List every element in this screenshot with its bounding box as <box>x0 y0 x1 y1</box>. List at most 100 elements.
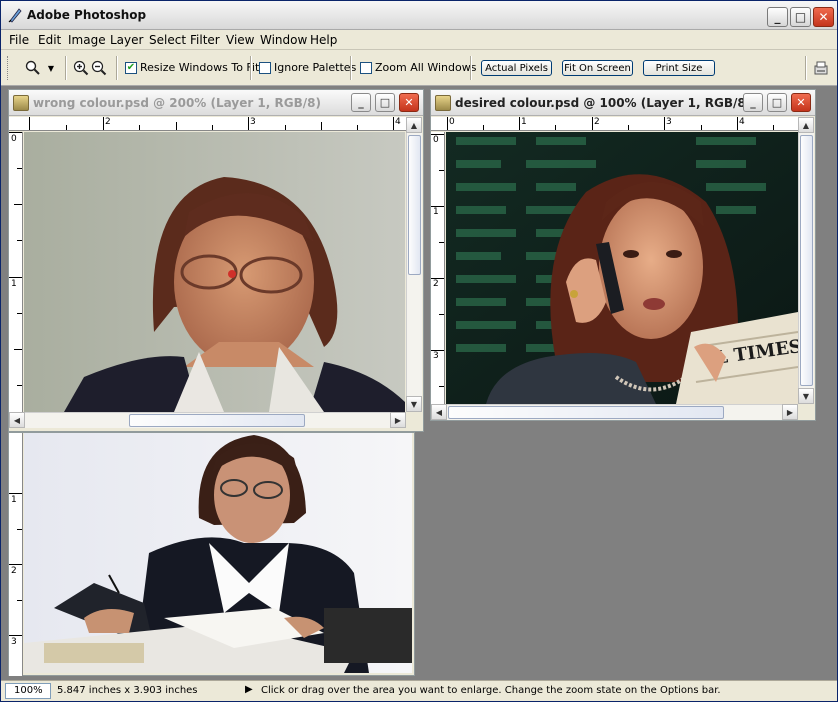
print-size-button[interactable]: Print Size <box>643 60 715 76</box>
document-window-wrong-colour[interactable]: wrong colour.psd @ 200% (Layer 1, RGB/8)… <box>8 89 424 432</box>
scroll-down-icon[interactable]: ▼ <box>406 396 422 412</box>
maximize-icon: □ <box>794 10 807 24</box>
horizontal-ruler: 2 3 4 <box>9 117 408 131</box>
scroll-up-icon[interactable]: ▲ <box>798 117 814 133</box>
menu-filter[interactable]: Filter <box>190 33 220 47</box>
doc-minimize-button[interactable]: _ <box>743 93 763 112</box>
minimize-button[interactable]: _ <box>767 7 788 27</box>
status-menu-arrow-icon[interactable]: ▶ <box>245 684 253 695</box>
minimize-icon: _ <box>774 10 781 24</box>
ruler-label: 1 <box>11 279 17 289</box>
document-icon <box>435 95 451 111</box>
scroll-down-icon[interactable]: ▼ <box>798 388 814 404</box>
options-grip[interactable] <box>7 56 10 80</box>
scroll-left-icon[interactable]: ◀ <box>431 404 447 420</box>
menu-bar: File Edit Image Layer Select Filter View… <box>1 30 837 50</box>
zoom-level-field[interactable]: 100% <box>5 683 51 699</box>
vertical-ruler: 0 1 <box>9 132 23 412</box>
ruler-label: 2 <box>11 566 17 576</box>
status-message: Click or drag over the area you want to … <box>261 685 721 696</box>
ruler-label: 1 <box>521 117 527 127</box>
document-window-third[interactable]: 1 2 3 <box>8 432 415 676</box>
separator <box>65 56 67 80</box>
doc-maximize-button[interactable]: □ <box>767 93 787 112</box>
image-canvas-wrong-colour[interactable] <box>24 132 405 412</box>
doc-maximize-button[interactable]: □ <box>375 93 395 112</box>
menu-select[interactable]: Select <box>149 33 186 47</box>
horizontal-scrollbar[interactable]: ◀ ▶ <box>9 412 406 428</box>
zoom-all-windows-checkbox[interactable]: Zoom All Windows <box>360 61 476 74</box>
checkbox-unchecked-icon <box>360 61 372 74</box>
horizontal-ruler: 0 1 2 3 4 <box>431 117 799 131</box>
horizontal-scrollbar[interactable]: ◀ ▶ <box>431 404 798 420</box>
vertical-ruler: 0 1 2 3 <box>431 132 445 404</box>
menu-file[interactable]: File <box>9 33 29 47</box>
menu-layer[interactable]: Layer <box>110 33 143 47</box>
portrait-image <box>24 132 405 412</box>
document-window-desired-colour[interactable]: desired colour.psd @ 100% (Layer 1, RGB/… <box>430 89 816 421</box>
separator <box>116 56 118 80</box>
document-title: wrong colour.psd @ 200% (Layer 1, RGB/8) <box>33 96 321 110</box>
resize-windows-checkbox[interactable]: ✔ Resize Windows To Fit <box>125 61 259 74</box>
ruler-label: 4 <box>395 117 401 127</box>
actual-pixels-button[interactable]: Actual Pixels <box>481 60 552 76</box>
scroll-thumb[interactable] <box>408 135 421 275</box>
zoom-all-windows-label: Zoom All Windows <box>375 61 477 74</box>
app-title: Adobe Photoshop <box>27 8 147 22</box>
woman-phone-image: L TIMES <box>446 132 798 404</box>
palette-well-icon[interactable] <box>811 58 831 78</box>
doc-close-button[interactable]: ✕ <box>399 93 419 112</box>
close-button[interactable]: ✕ <box>813 7 834 27</box>
fit-on-screen-button[interactable]: Fit On Screen <box>562 60 633 76</box>
document-title: desired colour.psd @ 100% (Layer 1, RGB/… <box>455 96 752 110</box>
ignore-palettes-label: Ignore Palettes <box>274 61 357 74</box>
scroll-thumb[interactable] <box>800 135 813 386</box>
document-icon <box>13 95 29 111</box>
ruler-label: 3 <box>250 117 256 127</box>
image-canvas-third[interactable] <box>24 433 412 673</box>
zoom-in-icon[interactable] <box>71 58 91 78</box>
separator <box>250 56 252 80</box>
photoshop-feather-icon <box>8 8 22 23</box>
doc-close-button[interactable]: ✕ <box>791 93 811 112</box>
checkbox-checked-icon: ✔ <box>125 61 137 74</box>
close-icon: ✕ <box>818 10 829 24</box>
doc-minimize-button[interactable]: _ <box>351 93 371 112</box>
app-titlebar: Adobe Photoshop _ □ ✕ <box>1 1 837 30</box>
document-titlebar[interactable]: desired colour.psd @ 100% (Layer 1, RGB/… <box>431 90 815 116</box>
scroll-right-icon[interactable]: ▶ <box>782 404 798 420</box>
ruler-label: 1 <box>11 495 17 505</box>
scroll-thumb[interactable] <box>448 406 724 419</box>
tool-preset-dropdown-icon[interactable]: ▼ <box>45 58 57 78</box>
image-canvas-desired-colour[interactable]: L TIMES <box>446 132 798 404</box>
menu-edit[interactable]: Edit <box>38 33 61 47</box>
maximize-button[interactable]: □ <box>790 7 811 27</box>
status-bar: 100% 5.847 inches x 3.903 inches ▶ Click… <box>1 680 837 701</box>
document-titlebar[interactable]: wrong colour.psd @ 200% (Layer 1, RGB/8)… <box>9 90 423 116</box>
menu-view[interactable]: View <box>226 33 254 47</box>
ruler-label: 2 <box>433 279 439 289</box>
ignore-palettes-checkbox[interactable]: Ignore Palettes <box>259 61 356 74</box>
scroll-left-icon[interactable]: ◀ <box>9 412 25 428</box>
menu-window[interactable]: Window <box>260 33 307 47</box>
options-bar: ▼ ✔ Resize Windows To Fit Ignore Palette… <box>1 50 837 86</box>
scroll-thumb[interactable] <box>129 414 305 427</box>
separator <box>470 56 472 80</box>
photoshop-app: Adobe Photoshop _ □ ✕ File Edit Image La… <box>0 0 838 702</box>
zoom-tool-icon[interactable] <box>23 58 43 78</box>
ruler-label: 3 <box>433 351 439 361</box>
ruler-label: 3 <box>666 117 672 127</box>
scroll-right-icon[interactable]: ▶ <box>390 412 406 428</box>
vertical-scrollbar[interactable]: ▲ ▼ <box>406 117 422 412</box>
zoom-out-icon[interactable] <box>89 58 109 78</box>
ruler-label: 2 <box>594 117 600 127</box>
menu-help[interactable]: Help <box>310 33 337 47</box>
separator <box>350 56 352 80</box>
ruler-label: 4 <box>739 117 745 127</box>
ruler-label: 0 <box>11 134 17 144</box>
scroll-up-icon[interactable]: ▲ <box>406 117 422 133</box>
vertical-scrollbar[interactable]: ▲ ▼ <box>798 117 814 404</box>
vertical-ruler: 1 2 3 <box>9 433 23 676</box>
document-dimensions[interactable]: 5.847 inches x 3.903 inches <box>57 685 198 696</box>
menu-image[interactable]: Image <box>68 33 106 47</box>
